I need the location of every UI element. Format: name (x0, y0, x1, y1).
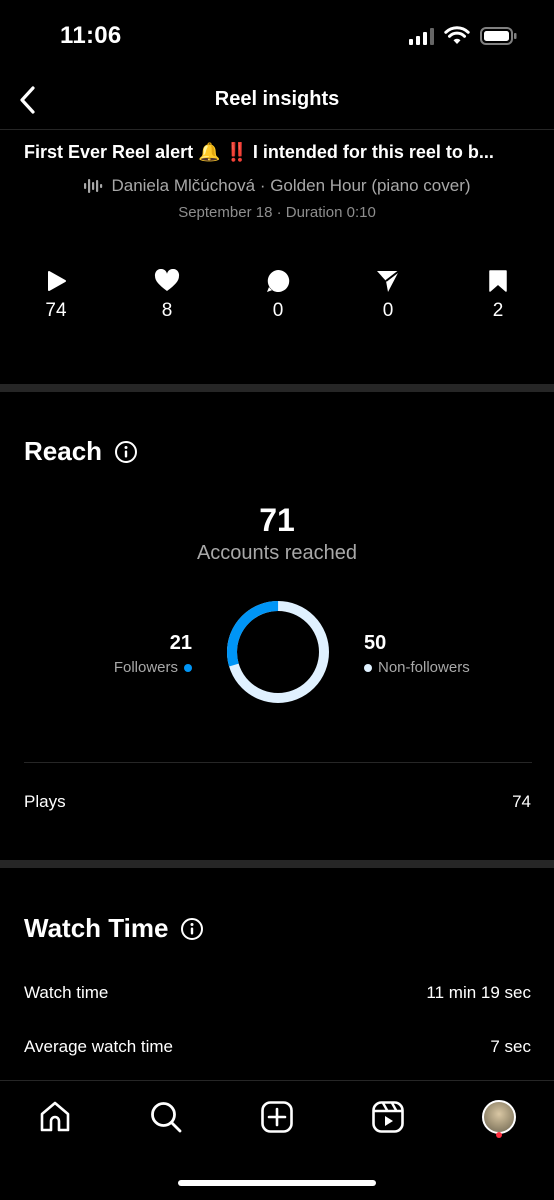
plays-count: 74 (45, 300, 67, 321)
search-icon (151, 1102, 182, 1133)
audio-waveform-icon (84, 179, 103, 193)
donut-followers-segment (227, 601, 329, 703)
row-divider (24, 762, 532, 763)
home-icon (40, 1101, 70, 1132)
reach-donut-chart (224, 598, 332, 706)
reach-title: Reach (24, 436, 103, 466)
cellular-signal-icon (409, 27, 434, 45)
section-separator (0, 860, 554, 868)
reel-audio-label: Daniela Mlčúchová · Golden Hour (piano c… (111, 176, 471, 195)
wifi-icon (444, 26, 470, 44)
watch-time-section-title: Watch Time (24, 913, 204, 944)
nav-search[interactable] (138, 1097, 194, 1137)
reel-caption: First Ever Reel alert 🔔 ‼️ I intended fo… (24, 142, 494, 162)
reel-audio[interactable]: Daniela Mlčúchová · Golden Hour (piano c… (0, 176, 554, 196)
watch-time-title: Watch Time (24, 913, 169, 943)
accounts-reached-label: Accounts reached (196, 542, 358, 564)
followers-label: Followers (113, 659, 178, 676)
average-watch-time-value: 7 sec (490, 1037, 531, 1056)
notification-dot (496, 1132, 502, 1138)
nav-profile[interactable] (471, 1097, 527, 1138)
plays-row: Plays 74 (24, 792, 531, 812)
non-followers-count: 50 (364, 632, 387, 654)
reach-section-title: Reach (24, 436, 138, 467)
likes-count: 8 (161, 300, 173, 321)
comments-count: 0 (272, 300, 284, 321)
header-divider (0, 129, 554, 130)
nav-reels[interactable] (360, 1097, 416, 1137)
avatar (482, 1100, 516, 1134)
page-title: Reel insights (214, 88, 340, 110)
comment-icon (267, 269, 290, 292)
nav-home[interactable] (27, 1097, 83, 1137)
section-separator (0, 384, 554, 392)
info-icon[interactable] (114, 440, 138, 464)
followers-dot (184, 663, 192, 672)
share-icon (377, 270, 400, 292)
non-followers-dot (364, 663, 372, 672)
status-bar: 11:06 (0, 0, 554, 70)
engagement-stats: 74 8 0 0 2 (0, 268, 554, 328)
shares-stat: 0 (348, 268, 428, 322)
followers-count: 21 (169, 632, 192, 654)
non-followers-legend: 50 Non-followers (364, 632, 470, 676)
header: Reel insights (0, 72, 554, 128)
shares-count: 0 (382, 300, 394, 321)
battery-icon (480, 27, 517, 45)
reels-icon (372, 1101, 404, 1133)
heart-icon (154, 269, 180, 291)
watch-time-value: 11 min 19 sec (426, 983, 531, 1002)
status-time: 11:06 (60, 22, 122, 49)
info-icon[interactable] (180, 917, 204, 941)
play-icon (48, 271, 66, 291)
nav-create[interactable] (249, 1097, 305, 1137)
plays-value: 74 (512, 792, 531, 811)
create-icon (261, 1101, 293, 1133)
likes-stat: 8 (127, 268, 207, 322)
home-indicator (178, 1180, 376, 1186)
plays-label: Plays (24, 792, 66, 811)
watch-time-row: Watch time 11 min 19 sec (24, 983, 531, 1003)
bookmark-icon (489, 270, 507, 292)
plays-stat: 74 (16, 268, 96, 322)
saves-stat: 2 (458, 268, 538, 322)
average-watch-time-label: Average watch time (24, 1037, 173, 1056)
non-followers-label: Non-followers (378, 659, 470, 676)
comments-stat: 0 (238, 268, 318, 322)
reel-meta: September 18 · Duration 0:10 (178, 204, 376, 221)
accounts-reached-count: 71 (259, 502, 295, 538)
status-icons (409, 26, 518, 46)
followers-legend: 21 Followers (114, 632, 192, 676)
average-watch-time-row: Average watch time 7 sec (24, 1037, 531, 1057)
saves-count: 2 (492, 300, 504, 321)
watch-time-label: Watch time (24, 983, 109, 1002)
